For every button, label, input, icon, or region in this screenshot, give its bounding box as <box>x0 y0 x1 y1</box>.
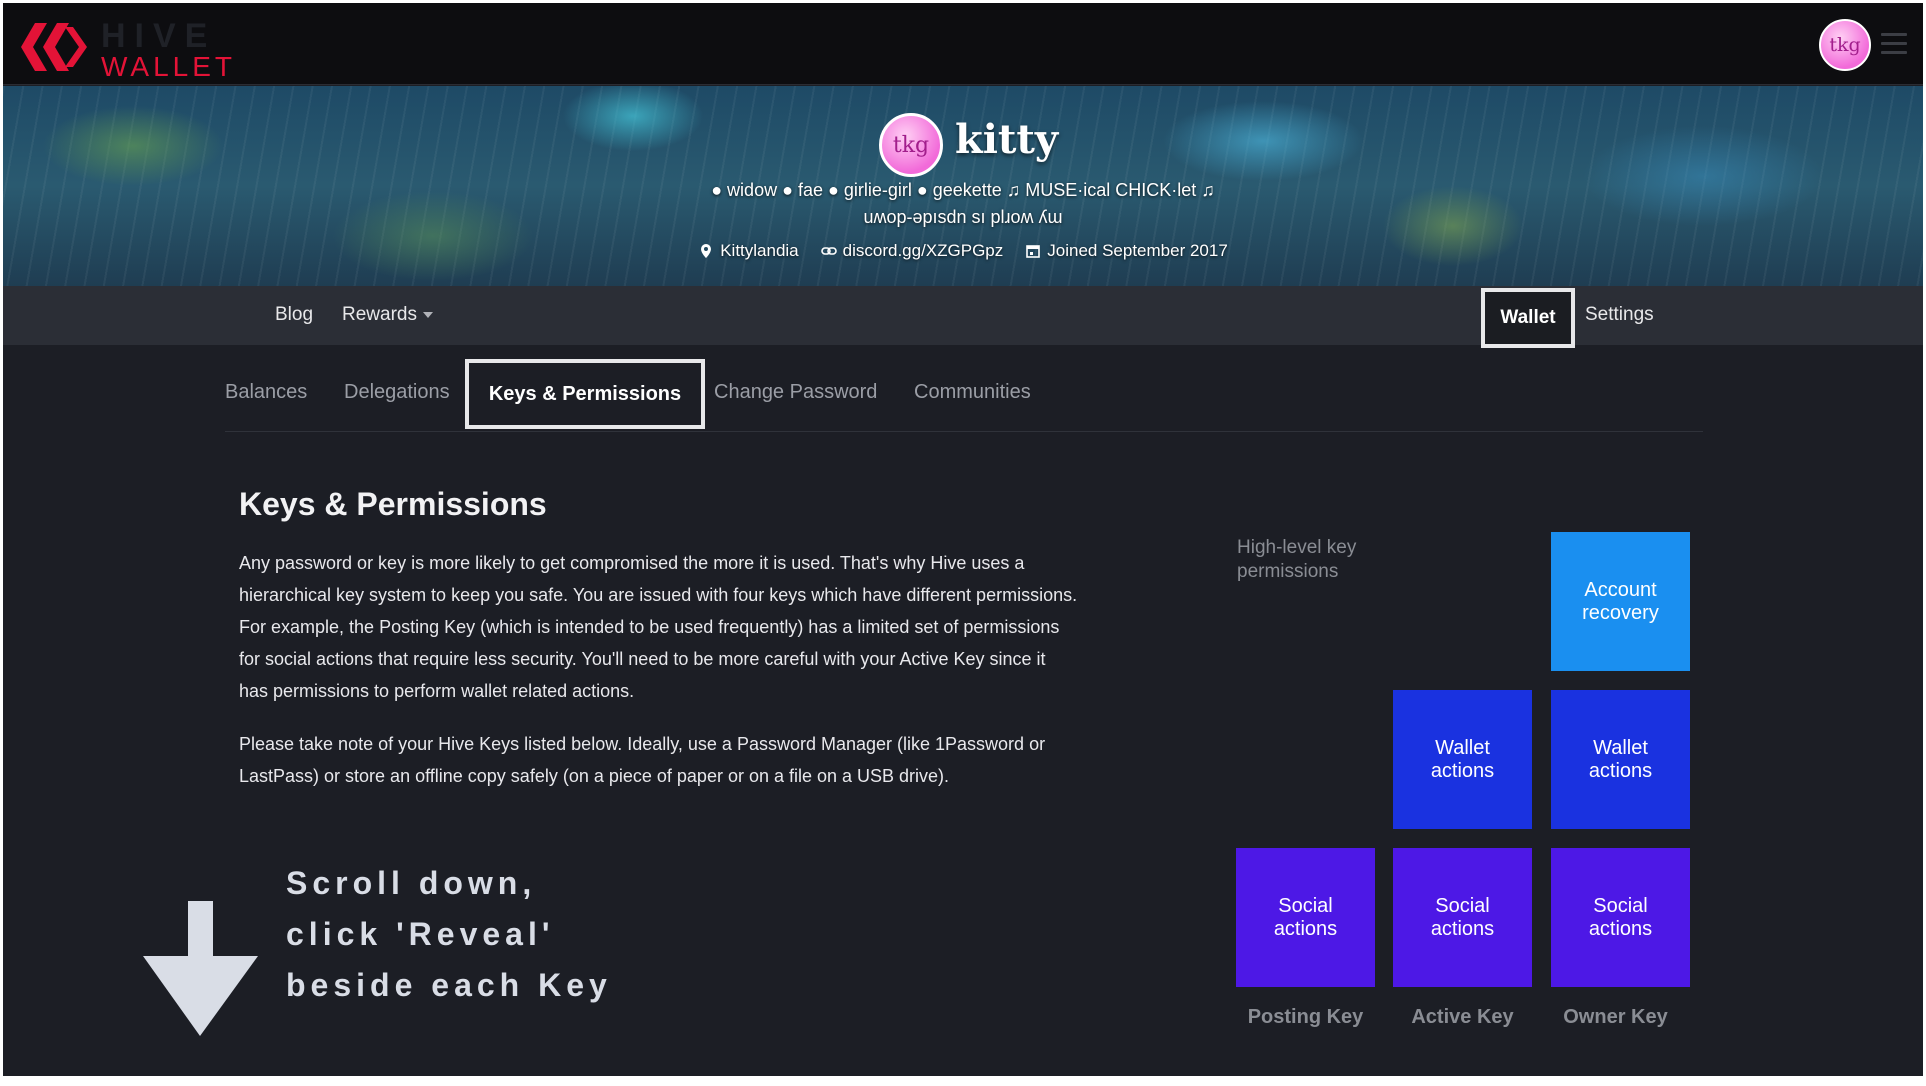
nav-wallet[interactable]: Wallet <box>1481 288 1575 348</box>
hint-line-3: beside each Key <box>286 967 612 1003</box>
arrow-down-icon <box>143 901 258 1036</box>
profile-name: kitty <box>955 116 1059 163</box>
user-avatar-button[interactable]: tkg <box>1819 19 1871 71</box>
hint-line-1: Scroll down, <box>286 865 537 901</box>
active-wallet-actions-box: Wallet actions <box>1393 690 1532 829</box>
owner-wallet-actions-box: Wallet actions <box>1551 690 1690 829</box>
profile-joined: Joined September 2017 <box>1025 241 1228 261</box>
tab-keys-permissions[interactable]: Keys & Permissions <box>465 359 705 429</box>
tab-balances[interactable]: Balances <box>225 381 307 404</box>
profile-website-link[interactable]: discord.gg/XZGPGpz <box>843 241 1004 261</box>
profile-about-second-line: uʍop-ǝpısdn sı plɹoʍ ʎɯ <box>863 207 1063 227</box>
avatar-text: tkg <box>1829 34 1861 56</box>
posting-social-actions-box: Social actions <box>1236 848 1375 987</box>
active-social-actions-box: Social actions <box>1393 848 1532 987</box>
page-title: Keys & Permissions <box>239 486 547 522</box>
profile-cover: tkg kitty ● widow ● fae ● girlie-girl ● … <box>3 86 1923 286</box>
user-nav: Blog Rewards Wallet Settings <box>3 286 1923 348</box>
nav-blog[interactable]: Blog <box>275 304 313 326</box>
tab-change-password[interactable]: Change Password <box>714 381 877 404</box>
nav-rewards-label: Rewards <box>342 304 417 325</box>
posting-key-caption: Posting Key <box>1247 1006 1364 1028</box>
profile-joined-text: Joined September 2017 <box>1047 241 1228 260</box>
owner-key-caption: Owner Key <box>1563 1006 1668 1028</box>
active-key-caption: Active Key <box>1411 1006 1514 1028</box>
tab-divider <box>225 431 1703 432</box>
tab-delegations[interactable]: Delegations <box>344 381 450 404</box>
profile-location: Kittylandia <box>698 241 799 261</box>
note-paragraph: Please take note of your Hive Keys liste… <box>239 734 1046 786</box>
diagram-label: High-level key permissions <box>1237 537 1357 582</box>
app-frame: HIVE WALLET tkg tkg kitty ● widow ● fae … <box>3 3 1923 1076</box>
top-bar: HIVE WALLET tkg <box>3 3 1923 85</box>
hive-logo-icon[interactable] <box>21 17 91 77</box>
chevron-down-icon <box>422 311 433 318</box>
nav-rewards[interactable]: Rewards <box>342 304 433 326</box>
tab-communities[interactable]: Communities <box>914 381 1031 404</box>
hamburger-menu-icon[interactable] <box>1881 33 1907 55</box>
profile-about: ● widow ● fae ● girlie-girl ● geekette ♫… <box>711 180 1215 200</box>
nav-settings[interactable]: Settings <box>1585 304 1654 326</box>
logo-wallet-text: WALLET <box>101 51 236 82</box>
hint-line-2: click 'Reveal' <box>286 916 555 952</box>
profile-avatar-text: tkg <box>892 132 930 158</box>
profile-avatar: tkg <box>879 113 943 177</box>
owner-social-actions-box: Social actions <box>1551 848 1690 987</box>
profile-location-text: Kittylandia <box>720 241 799 260</box>
location-pin-icon <box>701 244 712 258</box>
calendar-icon <box>1026 245 1041 258</box>
owner-account-recovery-box: Account recovery <box>1551 532 1690 671</box>
link-icon <box>820 247 837 255</box>
profile-website[interactable]: discord.gg/XZGPGpz <box>820 241 1004 261</box>
profile-meta: Kittylandia discord.gg/XZGPGpz Joined Se… <box>3 241 1923 261</box>
intro-paragraph: Any password or key is more likely to ge… <box>239 553 1078 701</box>
